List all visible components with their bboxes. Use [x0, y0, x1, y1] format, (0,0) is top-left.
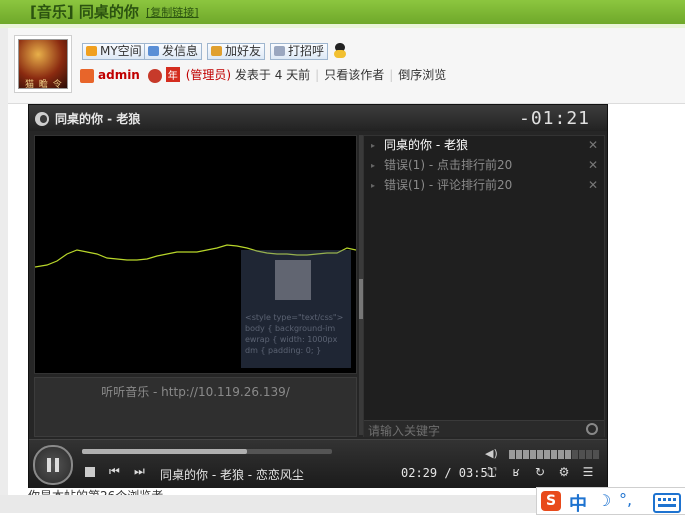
- author-name[interactable]: admin: [98, 68, 140, 82]
- home-icon: [86, 46, 97, 56]
- send-message-label: 发信息: [162, 44, 199, 58]
- control-bar: ◀) ⏮ ⏭ 同桌的你 - 老狼 - 恋恋风尘 02:29 / 03:51 ⛶ …: [29, 439, 607, 488]
- site-url-text: 听听音乐 - http://10.119.26.139/: [101, 385, 290, 399]
- reverse-order-link[interactable]: 倒序浏览: [398, 68, 446, 82]
- player-track-title: 同桌的你 - 老狼: [55, 112, 141, 126]
- playlist-item[interactable]: ▸ 错误(1) - 点击排行前20 ✕: [364, 156, 604, 175]
- author-row: admin 年 (管理员) 发表于 4 天前 | 只看该作者 | 倒序浏览: [80, 66, 446, 83]
- volume-segment[interactable]: [579, 450, 585, 459]
- add-friend-label: 加好友: [225, 44, 262, 58]
- thread-title: [音乐] 同桌的你: [30, 3, 139, 21]
- volume-segment[interactable]: [523, 450, 529, 459]
- volume-segment[interactable]: [544, 450, 550, 459]
- copy-link-button[interactable]: [复制链接]: [146, 4, 199, 20]
- ime-mode-toggle[interactable]: 中: [569, 490, 587, 516]
- seek-progress: [82, 449, 247, 454]
- pause-icon: [47, 458, 51, 472]
- user-icon: [80, 68, 94, 83]
- wave-icon: [274, 46, 285, 56]
- close-icon[interactable]: ✕: [588, 176, 598, 195]
- send-message-button[interactable]: 发信息: [144, 43, 203, 60]
- search-input[interactable]: 请输入关键字: [368, 422, 440, 439]
- playlist-toggle-icon[interactable]: ☰: [581, 465, 595, 479]
- ime-toolbar: S 中 ☽ °,: [536, 487, 685, 515]
- qq-penguin-icon[interactable]: [333, 43, 347, 58]
- volume-icon[interactable]: ◀): [485, 447, 498, 460]
- play-indicator-icon: ▸: [371, 181, 376, 190]
- fullscreen-icon[interactable]: ⛶: [485, 465, 499, 479]
- volume-segment[interactable]: [572, 450, 578, 459]
- volume-segment[interactable]: [565, 450, 571, 459]
- playlist-item-label: 同桌的你 - 老狼: [384, 138, 468, 152]
- envelope-icon: [148, 46, 159, 56]
- player-logo-icon: [35, 112, 49, 126]
- playlist-panel: ▸ 同桌的你 - 老狼 ✕ ▸ 错误(1) - 点击排行前20 ✕ ▸ 错误(1…: [363, 135, 605, 439]
- countdown-display: -01:21: [519, 108, 591, 129]
- volume-segment[interactable]: [593, 450, 599, 459]
- avatar[interactable]: 猫 瞻 令: [14, 35, 72, 93]
- seek-bar[interactable]: [82, 449, 332, 454]
- only-author-link[interactable]: 只看该作者: [324, 68, 384, 82]
- image-placeholder-icon: [275, 260, 311, 300]
- lyrics-icon[interactable]: ʁ: [509, 465, 523, 479]
- now-playing-text: 同桌的你 - 老狼 - 恋恋风尘: [160, 468, 304, 482]
- pause-button[interactable]: [33, 445, 73, 485]
- volume-segment[interactable]: [537, 450, 543, 459]
- volume-segment[interactable]: [551, 450, 557, 459]
- volume-segment[interactable]: [516, 450, 522, 459]
- moon-icon[interactable]: ☽: [597, 491, 611, 510]
- playlist-item-label: 错误(1) - 评论排行前20: [384, 178, 513, 192]
- visualizer: <style type="text/css"> body { backgroun…: [34, 135, 357, 374]
- punctuation-toggle[interactable]: °,: [619, 490, 632, 509]
- close-icon[interactable]: ✕: [588, 156, 598, 175]
- volume-slider[interactable]: [509, 448, 600, 459]
- play-indicator-icon: ▸: [371, 161, 376, 170]
- site-info-panel: 听听音乐 - http://10.119.26.139/: [34, 377, 357, 437]
- year-badge: 年: [165, 67, 180, 82]
- status-strip: [0, 495, 540, 513]
- playlist-item[interactable]: ▸ 错误(1) - 评论排行前20 ✕: [364, 176, 604, 195]
- my-space-button[interactable]: MY空间: [82, 43, 146, 60]
- online-status-icon: [147, 68, 162, 83]
- handshake-icon: [211, 46, 222, 56]
- next-button[interactable]: ⏭: [134, 464, 145, 479]
- greet-label: 打招呼: [288, 44, 325, 58]
- stop-button[interactable]: [85, 467, 95, 477]
- my-space-label: MY空间: [100, 44, 142, 58]
- volume-segment[interactable]: [509, 450, 515, 459]
- avatar-image: 猫 瞻 令: [18, 39, 68, 90]
- volume-segment[interactable]: [586, 450, 592, 459]
- keyboard-icon[interactable]: [653, 493, 681, 513]
- overlay-image: <style type="text/css"> body { backgroun…: [241, 250, 351, 368]
- settings-gear-icon[interactable]: ⚙: [557, 465, 571, 479]
- left-gutter: [0, 28, 8, 508]
- playlist-item[interactable]: ▸ 同桌的你 - 老狼 ✕: [364, 136, 604, 155]
- add-friend-button[interactable]: 加好友: [207, 43, 266, 60]
- repeat-icon[interactable]: ↻: [533, 465, 547, 479]
- overlay-text: <style type="text/css"> body { backgroun…: [245, 313, 344, 355]
- music-player: 同桌的你 - 老狼 -01:21 <style type="text/css">…: [28, 104, 608, 488]
- role-label[interactable]: 管理员: [190, 68, 226, 82]
- close-icon[interactable]: ✕: [588, 136, 598, 155]
- volume-segment[interactable]: [530, 450, 536, 459]
- previous-button[interactable]: ⏮: [109, 464, 120, 479]
- playlist-search[interactable]: 请输入关键字: [364, 420, 604, 439]
- playlist-item-label: 错误(1) - 点击排行前20: [384, 158, 513, 172]
- greet-button[interactable]: 打招呼: [270, 43, 329, 60]
- elapsed-time: 02:29 / 03:51: [401, 466, 495, 480]
- sogou-logo-icon[interactable]: S: [541, 491, 561, 511]
- search-icon[interactable]: [586, 423, 598, 435]
- avatar-caption: 猫 瞻 令: [25, 80, 63, 90]
- volume-segment[interactable]: [558, 450, 564, 459]
- play-indicator-icon: ▸: [371, 141, 376, 150]
- posted-time: 发表于 4 天前: [234, 68, 311, 82]
